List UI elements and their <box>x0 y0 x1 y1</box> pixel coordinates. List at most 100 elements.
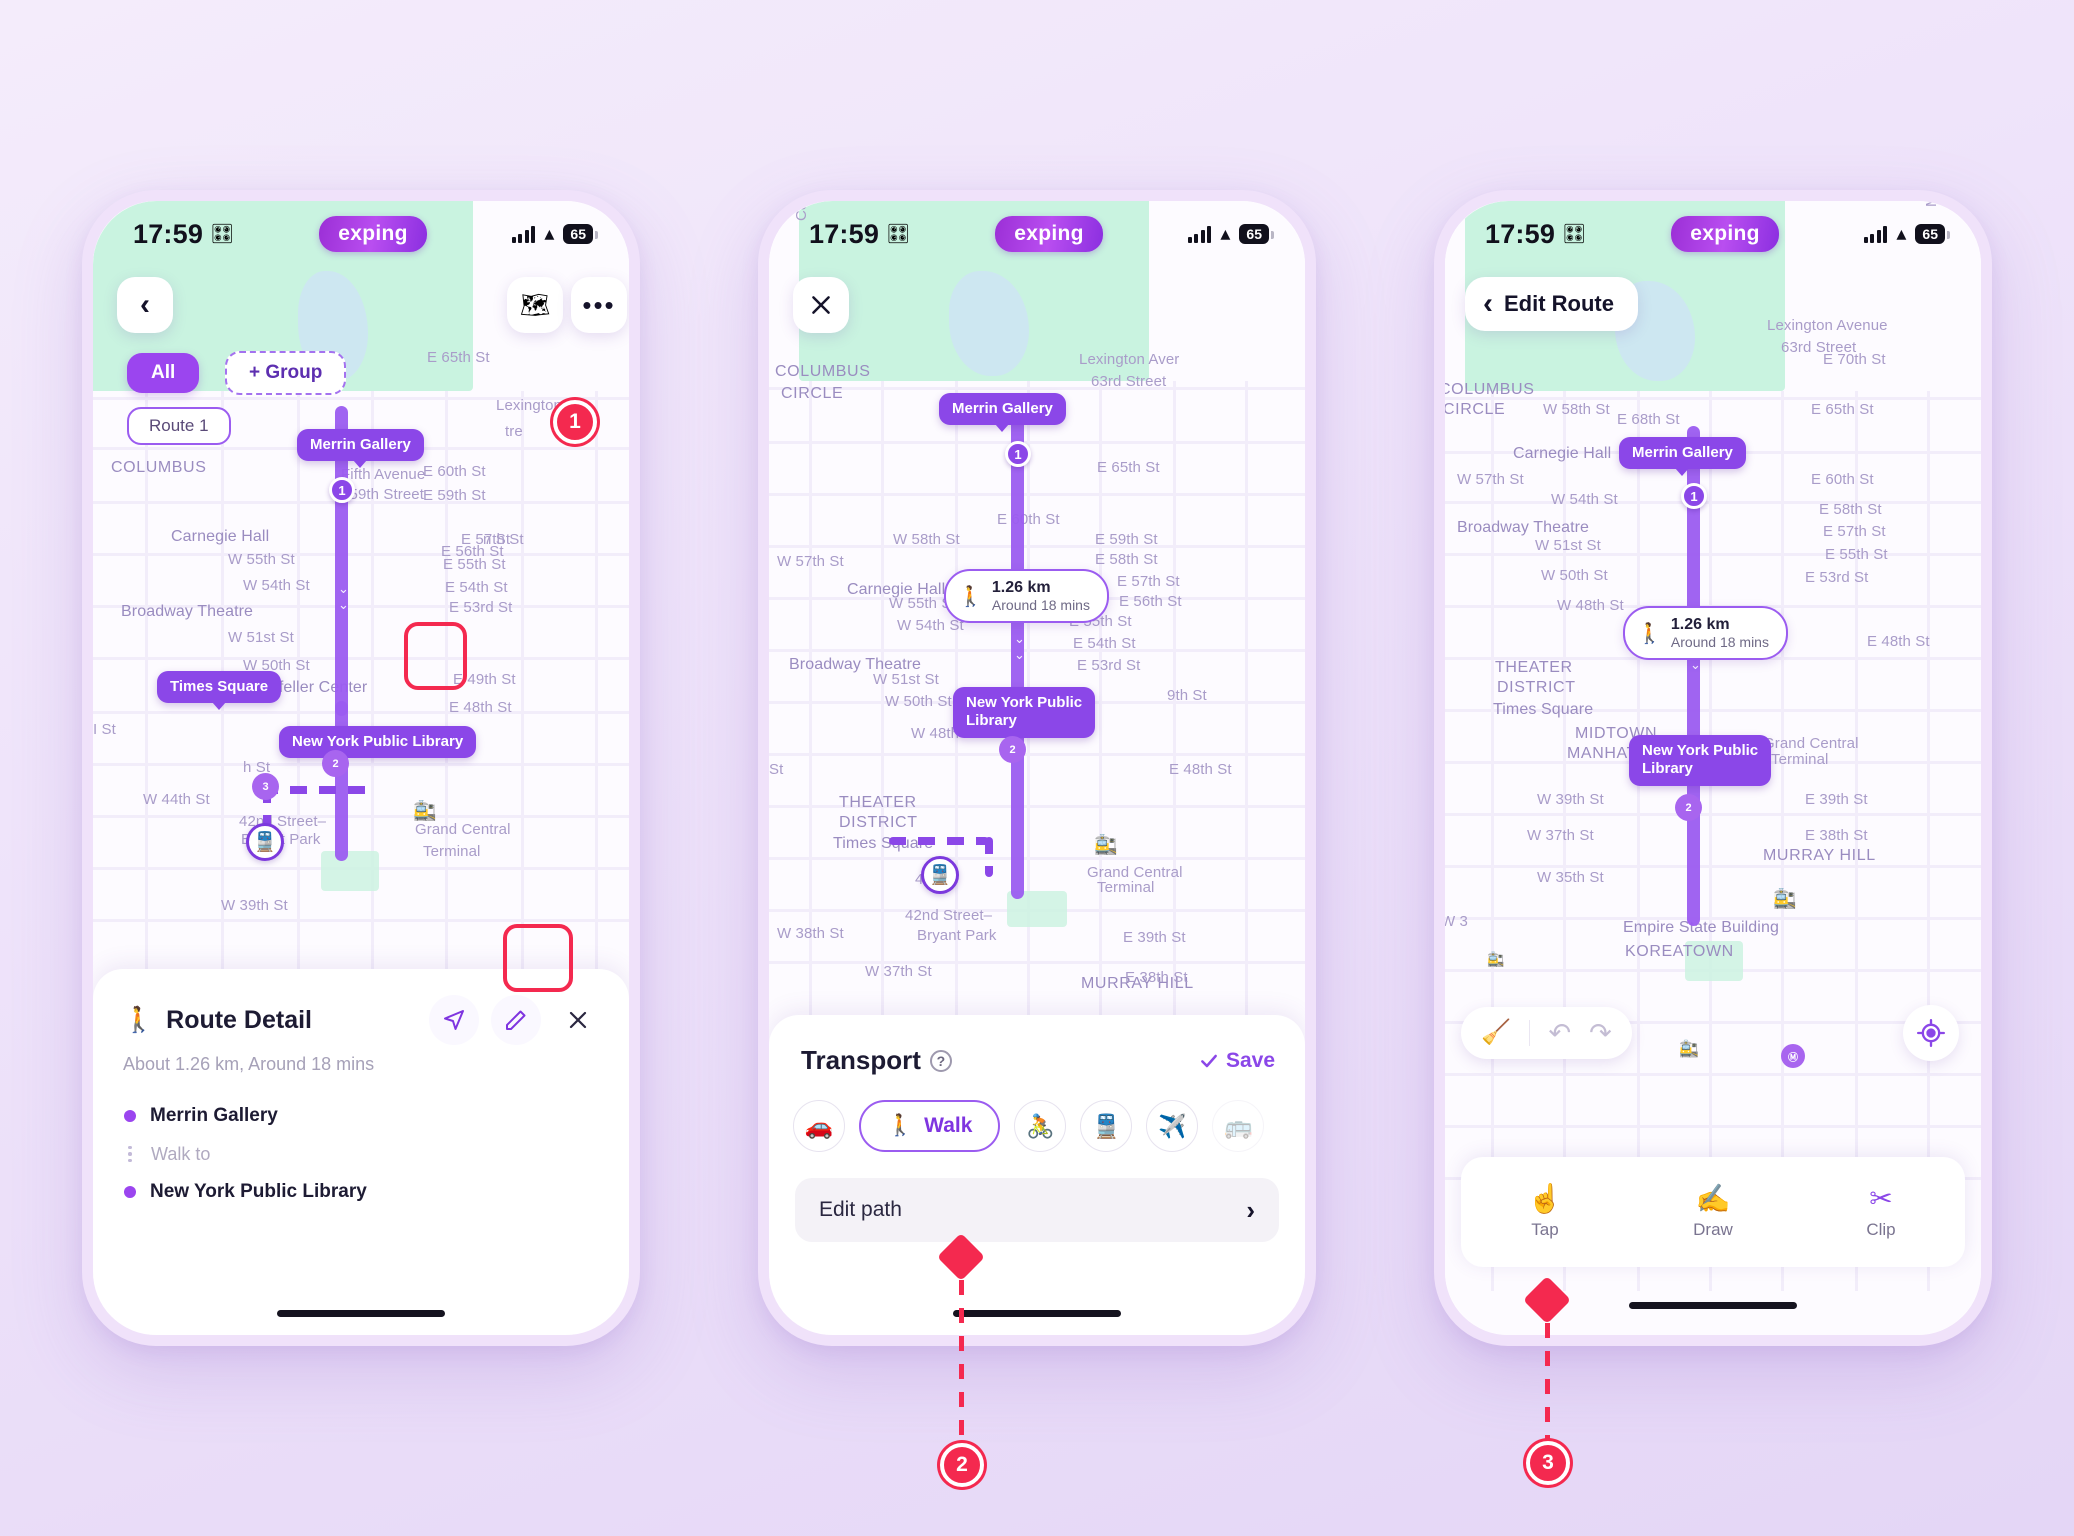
map-label: Fifth Avenue <box>341 466 426 483</box>
map-label: 9th St <box>1167 687 1207 704</box>
phone-1: COLUMBUS Carnegie Hall Broadway Theatre … <box>82 190 640 1346</box>
bicycle-icon: 🚴 <box>1026 1112 1055 1139</box>
cellular-bars-icon <box>511 225 536 243</box>
map-pin-label-nypl[interactable]: New York Public Library <box>279 726 477 759</box>
map-label: W 57th St <box>777 553 844 570</box>
edit-path-row[interactable]: Edit path › <box>795 1178 1279 1242</box>
map-label: E 56th St <box>1119 593 1182 610</box>
map-label: E 53rd St <box>449 599 513 616</box>
map-label: Carnegie Hall <box>171 528 270 545</box>
draw-mode-button[interactable]: ✍ Draw <box>1629 1184 1797 1240</box>
map-label: Terminal <box>1097 879 1155 896</box>
map-label: W 54th St <box>897 617 964 634</box>
map-label: W 48th St <box>1557 597 1624 614</box>
phone-1-screen: COLUMBUS Carnegie Hall Broadway Theatre … <box>93 201 629 1335</box>
transport-mode-plane[interactable]: ✈️ <box>1146 1100 1199 1152</box>
bus-icon: 🚌 <box>1224 1112 1253 1139</box>
map-pin-label-nypl[interactable]: New York Public Library <box>1629 735 1772 786</box>
poi-transit-marker[interactable]: 🚆 <box>921 856 959 894</box>
navigate-button[interactable] <box>429 995 479 1045</box>
map-pin-label-merrin[interactable]: Merrin Gallery <box>297 429 424 469</box>
map-pin-label-merrin[interactable]: Merrin Gallery <box>939 393 1066 433</box>
home-indicator <box>953 1310 1121 1317</box>
list-item[interactable]: Merrin Gallery <box>123 1097 599 1135</box>
clip-mode-button[interactable]: ✂ Clip <box>1797 1182 1965 1240</box>
map-label: I St <box>93 721 116 738</box>
record-badge-icon: 🎛 <box>886 224 911 245</box>
map-label: E 54th St <box>445 579 508 596</box>
map-label: W 58th St <box>1543 401 1610 418</box>
map-label: E 57th St <box>1823 523 1886 540</box>
map-label: E 38th St <box>1805 827 1868 844</box>
annotation-badge-1: 1 <box>553 400 597 444</box>
wifi-icon: ▴ <box>544 223 555 245</box>
add-group-button[interactable]: + Group <box>225 351 347 395</box>
transport-mode-walk[interactable]: 🚶 Walk <box>859 1100 1001 1152</box>
map-label: CIRCLE <box>1445 401 1506 418</box>
edit-toolbar: 🧹 ↶ ↷ <box>1461 1007 1632 1059</box>
list-item[interactable]: New York Public Library <box>123 1173 599 1211</box>
page-title: Edit Route <box>1504 291 1614 316</box>
transport-mode-car[interactable]: 🚗 <box>793 1100 845 1152</box>
route-path-segment[interactable] <box>335 701 348 861</box>
transport-mode-train[interactable]: 🚆 <box>1080 1100 1133 1152</box>
annotation-highlight-edit-button <box>503 924 573 992</box>
locate-target-icon <box>1917 1019 1945 1047</box>
status-time: 17:59 <box>133 218 204 249</box>
map-label: Broadway Theatre <box>121 603 254 620</box>
broom-clear-icon[interactable]: 🧹 <box>1481 1021 1511 1045</box>
distance-bubble-2[interactable]: 🚶 1.26 km Around 18 mins <box>944 569 1109 623</box>
pencil-edit-icon <box>506 1010 526 1030</box>
close-sheet-button[interactable] <box>553 995 603 1045</box>
tap-mode-button[interactable]: ☝ Tap <box>1461 1184 1629 1240</box>
route-path-segment[interactable] <box>1687 426 1700 766</box>
route-step-marker-2[interactable]: 2 <box>1675 794 1702 821</box>
status-bar-3: 17:59 🎛 exping ▴ 65 <box>1445 201 1981 267</box>
route-step-marker-2[interactable]: 2 <box>322 750 349 777</box>
label-line-2: Library <box>1642 760 1693 778</box>
distance-bubble-3[interactable]: 🚶 1.26 km Around 18 mins <box>1623 606 1788 660</box>
map-pin-label-merrin[interactable]: Merrin Gallery <box>1619 437 1746 477</box>
map-label: W 55th St <box>228 551 295 568</box>
undo-arrow-icon[interactable]: ↶ <box>1548 1019 1571 1047</box>
battery-indicator: 65 <box>1239 224 1274 244</box>
route-step-marker-2[interactable]: 2 <box>999 736 1026 763</box>
back-button[interactable]: ‹ <box>117 277 173 333</box>
scissors-icon: ✂ <box>1869 1182 1893 1214</box>
edit-pencil-button[interactable] <box>491 995 541 1045</box>
map-layers-button[interactable]: 🗺 <box>507 277 563 333</box>
map-label: THEATER <box>1495 659 1573 676</box>
route-chip-1[interactable]: Route 1 <box>127 407 231 445</box>
subway-marker-3[interactable]: 3 <box>252 773 279 800</box>
map-label: E 60th St <box>423 463 486 480</box>
filter-chip-all[interactable]: All <box>127 353 200 393</box>
close-button[interactable] <box>793 277 849 333</box>
chevron-right-icon: › <box>1246 1194 1255 1225</box>
route-path-segment[interactable] <box>1011 749 1024 899</box>
route-step-marker-1[interactable]: 1 <box>1005 441 1031 467</box>
poi-transit-marker[interactable]: 🚆 <box>246 823 284 861</box>
question-mark-icon[interactable]: ? <box>929 1049 952 1072</box>
edit-route-back-button[interactable]: ‹ Edit Route <box>1465 277 1638 331</box>
mode-label: Draw <box>1693 1219 1733 1239</box>
route-step-marker-1[interactable]: 1 <box>1681 483 1707 509</box>
route-step-marker-1[interactable]: 1 <box>329 477 355 503</box>
locate-button[interactable] <box>1903 1005 1959 1061</box>
map-label: W 58th St <box>893 531 960 548</box>
map-label: E 60th St <box>1811 471 1874 488</box>
step-label: New York Public Library <box>150 1181 367 1202</box>
route-path-segment[interactable] <box>1687 761 1700 926</box>
redo-arrow-icon[interactable]: ↷ <box>1589 1019 1612 1047</box>
map-label: E 55th St <box>1825 546 1888 563</box>
transport-mode-bike[interactable]: 🚴 <box>1014 1100 1067 1152</box>
chevron-left-icon: ‹ <box>1483 287 1493 320</box>
transport-mode-bus[interactable]: 🚌 <box>1212 1100 1265 1152</box>
map-pin-label-nypl[interactable]: New York Public Library <box>953 687 1096 738</box>
distance-value: 1.26 km <box>1670 616 1730 633</box>
save-button[interactable]: Save <box>1199 1049 1275 1073</box>
map-label: E 58th St <box>1819 501 1882 518</box>
map-label: n St <box>483 531 511 548</box>
map-label: E 53rd St <box>1805 569 1869 586</box>
more-options-button[interactable]: ••• <box>571 277 627 333</box>
map-pin-label-times-square[interactable]: Times Square <box>157 671 282 711</box>
